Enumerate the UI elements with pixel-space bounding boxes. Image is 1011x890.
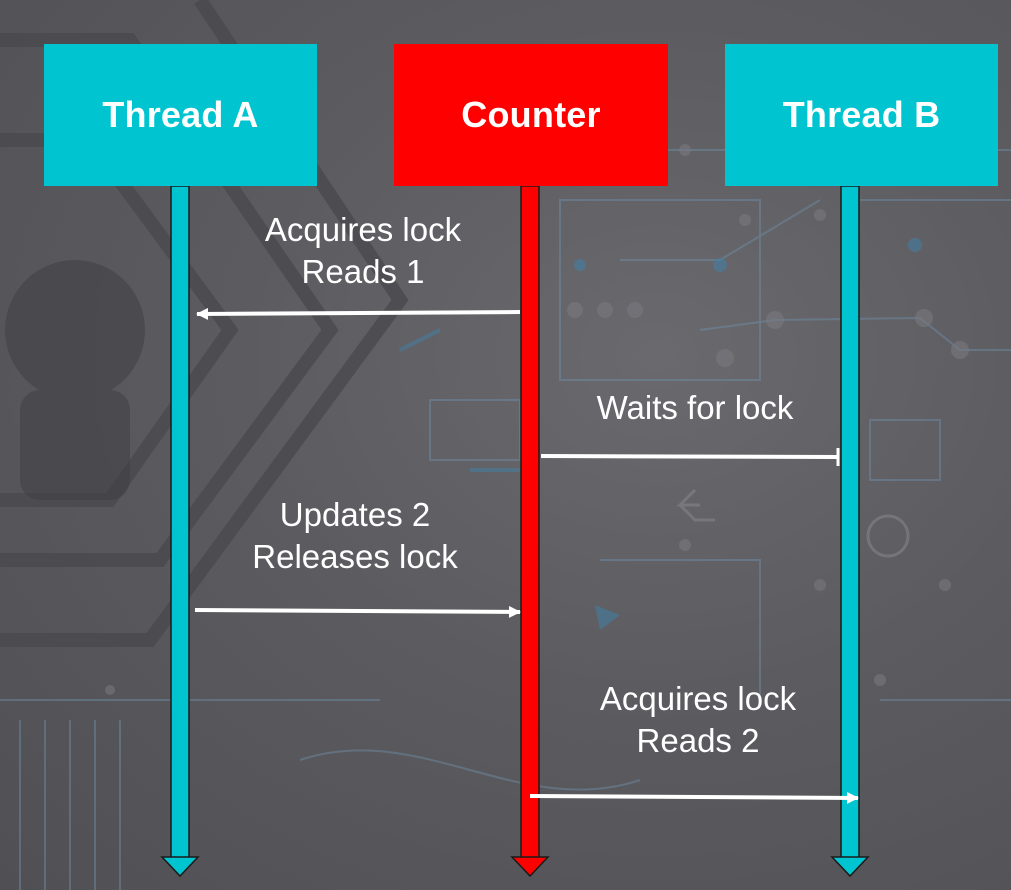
lifeline-counter — [510, 185, 550, 878]
thread-a-header: Thread A — [44, 44, 317, 186]
message-3-line-1: Updates 2 — [279, 496, 431, 533]
lifeline-thread-a — [160, 185, 200, 878]
thread-a-title: Thread A — [102, 94, 259, 135]
message-label-1: Acquires lock Reads 1 — [213, 209, 513, 293]
thread-b-header: Thread B — [725, 44, 998, 186]
message-label-4: Acquires lock Reads 2 — [548, 678, 848, 762]
thread-b-title: Thread B — [782, 94, 941, 135]
arrow-counter-to-thread-a — [196, 307, 521, 320]
message-label-2: Waits for lock — [545, 387, 845, 429]
message-1-line-1: Acquires lock — [264, 211, 462, 248]
message-3-line-2: Releases lock — [252, 538, 458, 575]
sequence-diagram: Thread A Counter Thread B Acquires lock … — [0, 0, 1011, 890]
message-label-3: Updates 2 Releases lock — [205, 494, 505, 578]
lifeline-thread-b — [830, 185, 870, 878]
arrow-thread-a-to-counter — [194, 605, 521, 618]
arrow-counter-to-thread-b — [529, 791, 859, 804]
message-2-line-1: Waits for lock — [596, 389, 794, 426]
message-1-line-2: Reads 1 — [301, 253, 425, 290]
message-4-line-1: Acquires lock — [599, 680, 797, 717]
counter-header: Counter — [394, 44, 668, 186]
arrow-counter-to-thread-b-blocked — [540, 448, 840, 466]
message-4-line-2: Reads 2 — [636, 722, 760, 759]
counter-title: Counter — [461, 94, 601, 135]
